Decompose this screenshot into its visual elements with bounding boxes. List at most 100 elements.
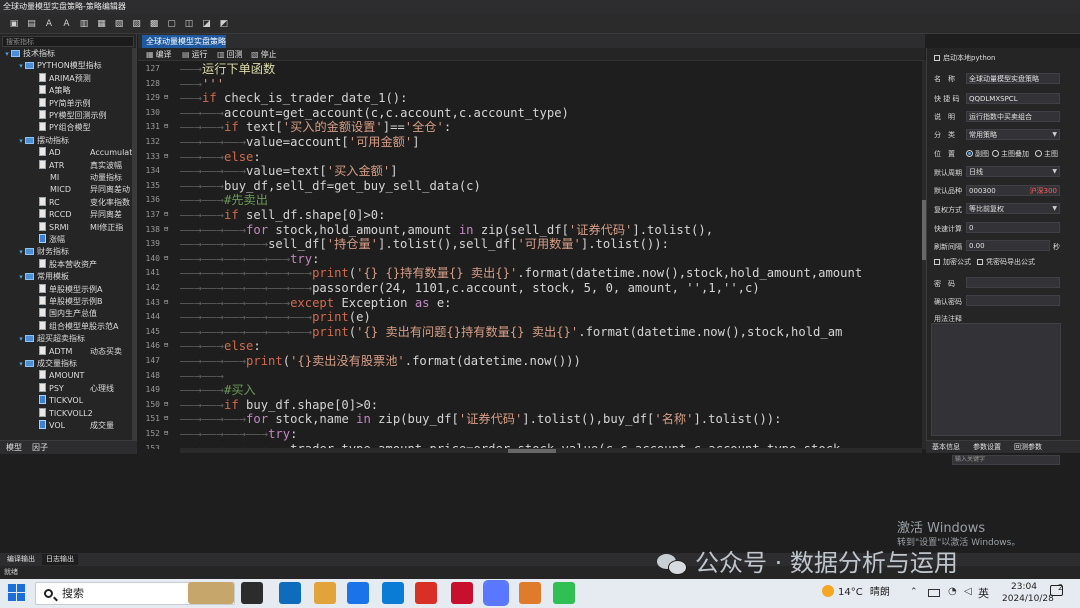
wechat-app-icon[interactable] <box>553 582 575 604</box>
code-line[interactable]: ——→——→——→value=account['可用金额'] <box>180 135 420 150</box>
fold-toggle-icon[interactable]: ⊟ <box>164 152 168 160</box>
fast-calc-field[interactable]: 0 <box>966 222 1060 233</box>
tree-item[interactable]: MICD 异同离差动 <box>0 184 136 196</box>
tree-item[interactable]: TICKVOLL2 <box>0 407 136 420</box>
code-line[interactable]: ——→——→——→print('{}卖出没有股票池'.format(dateti… <box>180 354 581 369</box>
fold-toggle-icon[interactable]: ⊟ <box>164 400 168 408</box>
code-line[interactable]: ——→——→if buy_df.shape[0]>0: <box>180 398 378 413</box>
tray-chevron-icon[interactable]: ⌃ <box>910 587 920 597</box>
battery-icon[interactable] <box>928 589 940 597</box>
tree-item[interactable]: RC 变化率指数 <box>0 196 136 209</box>
outlook-icon[interactable] <box>279 582 301 604</box>
file-explorer-icon[interactable] <box>314 582 336 604</box>
code-line[interactable]: ——→——→if text['买入的金额设置']=='全仓': <box>180 120 451 135</box>
refresh-field[interactable]: 0.00 <box>966 240 1050 251</box>
stock-field[interactable]: 000300 沪深300 <box>966 185 1060 196</box>
stop-button[interactable]: ▧ 停止 <box>251 48 277 61</box>
encrypt-checkbox[interactable] <box>934 259 940 265</box>
tree-folder[interactable]: ▾ 成交量指标 <box>0 358 136 370</box>
tab-model[interactable]: 模型 <box>2 442 26 454</box>
trading-app-icon[interactable] <box>483 580 509 606</box>
compile-button[interactable]: ▦ 编译 <box>146 48 172 61</box>
code-line[interactable]: ——→——→——→——→——→try: <box>180 252 319 267</box>
code-line[interactable]: ——→运行下单函数 <box>180 62 275 77</box>
tree-item[interactable]: AMOUNT <box>0 370 136 382</box>
task-view-icon[interactable] <box>241 582 263 604</box>
save-as-icon[interactable]: ▤ <box>26 18 38 30</box>
uncomment-icon[interactable]: ▦ <box>96 18 108 30</box>
shortcut-field[interactable]: QQDLMXSPCL <box>966 93 1060 104</box>
outdent-icon[interactable]: ▨ <box>131 18 143 30</box>
save-icon[interactable]: ▣ <box>8 18 20 30</box>
desc-field[interactable]: 运行指数中买卖组合 <box>966 111 1060 122</box>
code-line[interactable]: ——→——→if sell_df.shape[0]>0: <box>180 208 385 223</box>
app-red-icon[interactable] <box>451 582 473 604</box>
expand-arrow-icon[interactable]: ▾ <box>17 135 25 147</box>
tree-folder[interactable]: ▾ PYTHON模型指标 <box>0 60 136 72</box>
rights-dropdown[interactable]: 等比前复权 <box>966 203 1060 214</box>
fold-toggle-icon[interactable]: ⊟ <box>164 210 168 218</box>
tree-item[interactable]: ATR 真实波幅 <box>0 159 136 172</box>
code-line[interactable]: ——→——→ <box>180 369 224 384</box>
editor-tab[interactable]: 全球动量模型实盘策略 <box>142 35 226 48</box>
code-line[interactable]: ——→——→——→——→——→——→print(e) <box>180 310 371 325</box>
code-line[interactable]: ——→——→buy_df,sell_df=get_buy_sell_data(c… <box>180 179 481 194</box>
tree-item[interactable]: 涨幅 <box>0 234 136 246</box>
tree-item[interactable]: ADTM 动态买卖 <box>0 345 136 358</box>
export-icon[interactable]: ◫ <box>183 18 195 30</box>
code-line[interactable]: ——→——→——→——→——→——→print('{} {}持有数量{} 卖出{… <box>180 266 862 281</box>
period-dropdown[interactable]: 日线 <box>966 166 1060 177</box>
tree-scrollbar[interactable] <box>132 48 136 448</box>
indent-icon[interactable]: ▧ <box>113 18 125 30</box>
wps-icon[interactable] <box>415 582 437 604</box>
tree-folder[interactable]: ▾ 技术指标 <box>0 48 136 60</box>
name-field[interactable]: 全球动量模型实盘策略 <box>966 73 1060 84</box>
tab-log-output[interactable]: 日志输出 <box>42 554 78 565</box>
tree-item[interactable]: MI 动量指标 <box>0 172 136 184</box>
weather-widget[interactable]: 14°C 晴朗 <box>822 583 902 603</box>
tree-item[interactable]: PSY 心理线 <box>0 382 136 395</box>
tree-item[interactable]: 单股模型示例B <box>0 296 136 308</box>
expand-arrow-icon[interactable]: ▾ <box>17 358 25 370</box>
tree-item[interactable]: PY简单示例 <box>0 97 136 110</box>
expand-arrow-icon[interactable]: ▾ <box>17 60 25 72</box>
tree-item[interactable]: SRMI MI修正指 <box>0 221 136 234</box>
position-radio-main[interactable] <box>1035 150 1042 157</box>
code-line[interactable]: ——→——→#先卖出 <box>180 193 268 208</box>
code-line[interactable]: ——→——→#买入 <box>180 383 256 398</box>
code-editor[interactable]: ——→运行下单函数 ——→''' ——→if check_is_trader_dat… <box>180 61 922 449</box>
fold-toggle-icon[interactable]: ⊟ <box>164 225 168 233</box>
notes-textarea[interactable] <box>931 323 1061 436</box>
fold-toggle-icon[interactable]: ⊟ <box>164 298 168 306</box>
expand-arrow-icon[interactable]: ▾ <box>3 48 11 60</box>
backtest-button[interactable]: ▥ 回测 <box>217 48 243 61</box>
tree-folder[interactable]: ▾ 超买超卖指标 <box>0 333 136 345</box>
tree-folder[interactable]: ▾ 财务指标 <box>0 246 136 258</box>
tree-item[interactable]: 国内生产总值 <box>0 308 136 320</box>
code-line[interactable]: ——→——→else: <box>180 339 261 354</box>
tree-item[interactable]: 组合模型单股示范A <box>0 320 136 333</box>
tree-item[interactable]: ARIMA预测 <box>0 72 136 85</box>
tree-item[interactable]: 单股模型示例A <box>0 283 136 296</box>
tree-item[interactable]: RCCD 异同离差 <box>0 209 136 221</box>
export-checkbox[interactable] <box>977 259 983 265</box>
taskbar-widget-app[interactable] <box>188 582 234 604</box>
tree-item[interactable]: A策略 <box>0 85 136 97</box>
fold-toggle-icon[interactable]: ⊟ <box>164 93 168 101</box>
password-field[interactable] <box>966 277 1060 288</box>
code-line[interactable]: ——→——→——→for stock,hold_amount,amount in… <box>180 223 713 238</box>
category-dropdown[interactable]: 常用策略 <box>966 129 1060 140</box>
store-icon[interactable] <box>347 582 369 604</box>
fold-toggle-icon[interactable]: ⊟ <box>164 341 168 349</box>
enable-python-checkbox[interactable] <box>934 55 940 61</box>
expand-arrow-icon[interactable]: ▾ <box>17 333 25 345</box>
tree-item[interactable]: 股本营收资产 <box>0 258 136 271</box>
code-line[interactable]: ——→——→——→value=text['买入金额'] <box>180 164 398 179</box>
tree-folder[interactable]: ▾ 摆动指标 <box>0 135 136 147</box>
code-line[interactable]: ——→——→——→——→try: <box>180 427 297 442</box>
replace-icon[interactable]: ▢ <box>166 18 178 30</box>
tree-item[interactable]: VOL 成交量 <box>0 420 136 432</box>
expand-arrow-icon[interactable]: ▾ <box>17 246 25 258</box>
fold-toggle-icon[interactable]: ⊟ <box>164 122 168 130</box>
keyword-search-input[interactable]: 输入关键字 <box>952 455 1060 465</box>
